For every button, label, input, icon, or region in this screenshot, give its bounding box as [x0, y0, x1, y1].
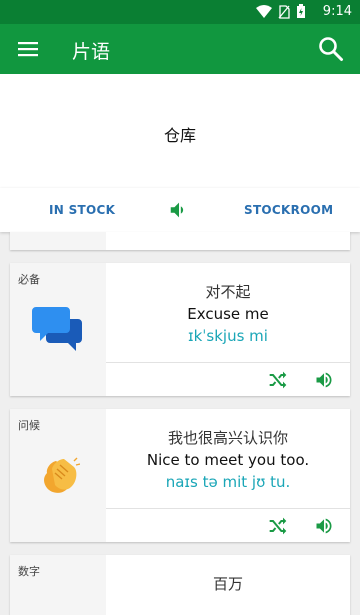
status-time: 9:14 — [322, 4, 352, 19]
phrase-phonetic: ɪkˈskjus mi — [188, 327, 268, 345]
speaker-icon[interactable] — [168, 199, 190, 221]
card-category: 必备 — [18, 273, 40, 286]
shuffle-icon[interactable] — [268, 516, 288, 536]
app-bar: 片语 — [0, 24, 360, 74]
card-divider — [106, 362, 350, 363]
chat-bubbles-icon — [32, 307, 82, 351]
tab-stockroom[interactable]: STOCKROOM — [244, 203, 333, 217]
tab-bar: IN STOCK STOCKROOM — [0, 188, 360, 232]
tab-in-stock[interactable]: IN STOCK — [49, 203, 115, 217]
card-category: 数字 — [18, 565, 40, 578]
wifi-icon — [256, 4, 272, 18]
battery-icon — [297, 4, 305, 18]
card-divider — [106, 508, 350, 509]
phrase-english: Nice to meet you too. — [146, 451, 310, 469]
phrase-chinese: 对不起 — [205, 283, 251, 301]
phrase-card[interactable]: 问候 我也很高兴认识你 Nice to meet you too. naɪs t… — [10, 409, 350, 542]
no-sim-icon — [278, 4, 290, 19]
phrase-card[interactable]: 必备 对不起 Excuse me ɪkˈskjus mi — [10, 263, 350, 396]
card-left-panel — [10, 232, 106, 250]
card-partial — [10, 232, 350, 250]
search-icon[interactable] — [318, 36, 344, 62]
card-category: 问候 — [18, 419, 40, 432]
speaker-icon[interactable] — [314, 370, 334, 390]
phrase-card[interactable]: 数字 百万 — [10, 555, 350, 615]
app-title: 片语 — [72, 41, 111, 63]
shuffle-icon[interactable] — [268, 370, 288, 390]
clapping-hands-icon — [44, 457, 80, 493]
phrase-chinese: 我也很高兴认识你 — [167, 429, 288, 447]
status-icons — [256, 4, 306, 19]
phrase-english: Excuse me — [187, 305, 269, 323]
speaker-icon[interactable] — [314, 516, 334, 536]
phrase-phonetic: naɪs tə mit jʊ tu. — [165, 473, 291, 491]
status-bar: 9:14 — [0, 0, 360, 24]
menu-icon[interactable] — [16, 37, 40, 61]
phrase-chinese: 百万 — [212, 575, 243, 593]
category-title: 仓库 — [163, 126, 196, 145]
category-header: 仓库 — [0, 74, 360, 189]
